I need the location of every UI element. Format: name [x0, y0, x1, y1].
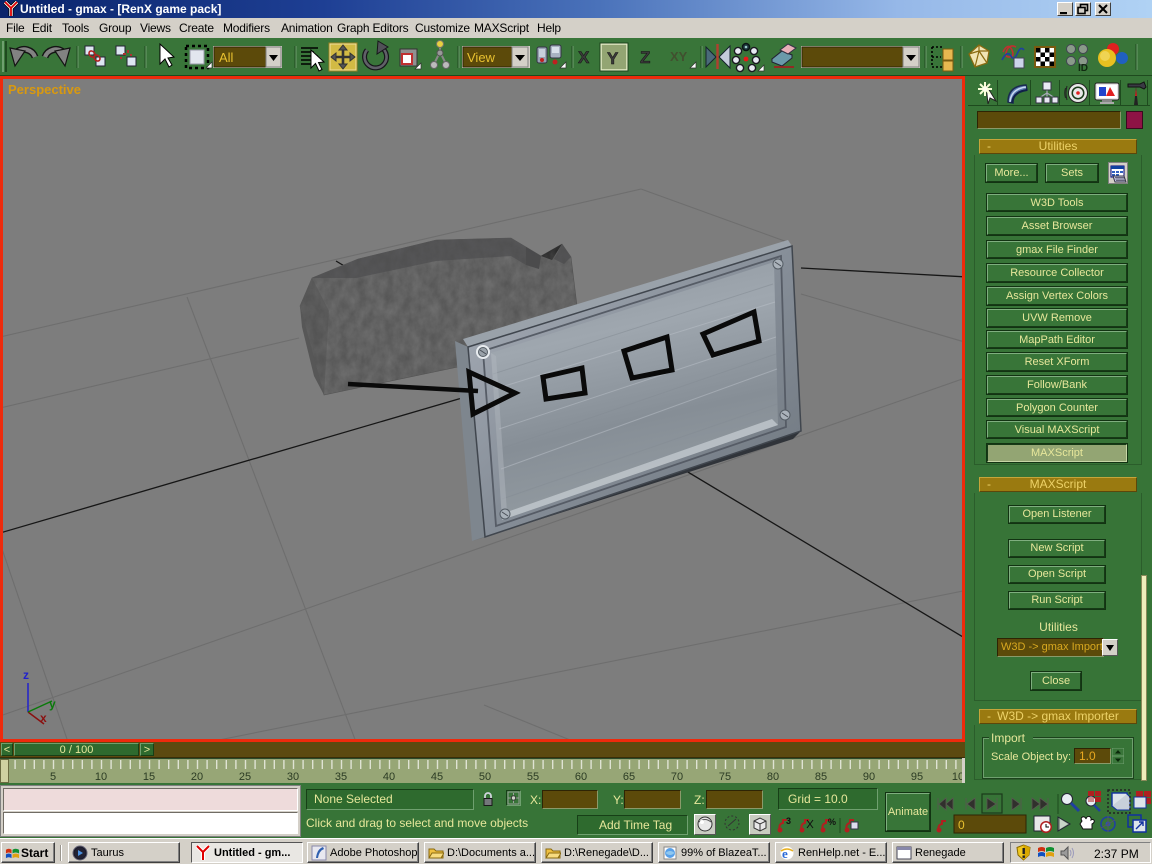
svg-text:3: 3 — [786, 816, 791, 826]
svg-text:75: 75 — [719, 771, 731, 783]
svg-text:90: 90 — [863, 771, 875, 783]
svg-text:x: x — [40, 711, 47, 725]
svg-text:Z: Z — [640, 48, 650, 67]
svg-text:20: 20 — [191, 771, 203, 783]
svg-text:X: X — [578, 48, 590, 67]
svg-text:%: % — [828, 817, 836, 827]
svg-text:95: 95 — [911, 771, 923, 783]
svg-text:40: 40 — [383, 771, 395, 783]
svg-text:45: 45 — [431, 771, 443, 783]
svg-text:z: z — [23, 668, 29, 682]
svg-text:y: y — [49, 697, 56, 711]
svg-text:All: All — [219, 50, 234, 65]
svg-text:80: 80 — [767, 771, 779, 783]
svg-text:Y: Y — [607, 49, 619, 68]
svg-text:35: 35 — [335, 771, 347, 783]
svg-text:50: 50 — [479, 771, 491, 783]
svg-text:10: 10 — [95, 771, 107, 783]
svg-text:10: 10 — [952, 771, 962, 783]
svg-text:15: 15 — [143, 771, 155, 783]
svg-text:60: 60 — [575, 771, 587, 783]
svg-text:30: 30 — [287, 771, 299, 783]
svg-text:ID: ID — [1078, 63, 1088, 74]
svg-text:65: 65 — [623, 771, 635, 783]
svg-text:View: View — [467, 50, 496, 65]
svg-text:55: 55 — [527, 771, 539, 783]
svg-text:5: 5 — [50, 771, 56, 783]
svg-text:XY: XY — [670, 49, 688, 64]
svg-text:70: 70 — [671, 771, 683, 783]
svg-text:0: 0 — [958, 818, 965, 832]
svg-text:25: 25 — [239, 771, 251, 783]
svg-text:85: 85 — [815, 771, 827, 783]
